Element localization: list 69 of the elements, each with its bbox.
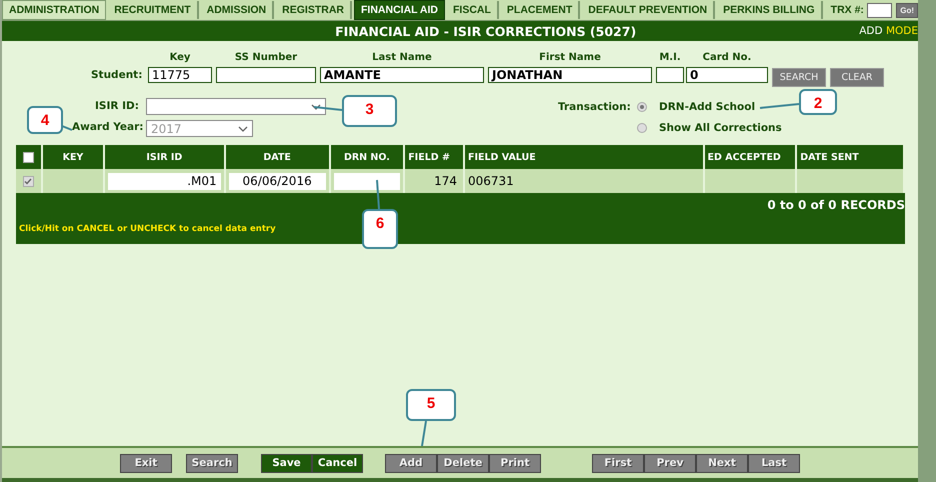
isir-id-label: ISIR ID: — [95, 100, 139, 112]
mode-indicator: ADD MODE — [859, 25, 918, 37]
transaction-label: Transaction: — [558, 101, 631, 113]
callout: 3 — [342, 95, 397, 127]
nav-tab[interactable]: ADMINISTRATION — [2, 0, 106, 20]
field-heading: SS Number — [234, 52, 298, 63]
callout: 5 — [406, 389, 456, 421]
toolbar-button[interactable]: Cancel — [312, 454, 363, 472]
leader-line — [376, 180, 380, 210]
select-all-checkbox[interactable] — [22, 152, 34, 162]
column-header: KEY — [42, 145, 104, 169]
column-header: DATE SENT — [796, 145, 904, 169]
student-field[interactable]: 11775 — [148, 67, 212, 83]
toolbar-button[interactable]: Save — [261, 454, 312, 472]
student-field[interactable]: JONATHAN — [488, 67, 652, 83]
nav-tab[interactable]: FISCAL — [447, 1, 499, 19]
hint-text: Click/Hit on CANCEL or UNCHECK to cancel data entry — [19, 224, 276, 234]
field-heading: M.I. — [658, 52, 682, 63]
radio-label: DRN-Add School — [659, 101, 756, 113]
chevron-icon — [238, 126, 248, 132]
table-cell: 006731 — [468, 174, 514, 188]
callout: 2 — [799, 89, 837, 115]
check-icon — [24, 178, 32, 184]
field-heading: Last Name — [371, 52, 433, 63]
row-checkbox[interactable] — [22, 176, 34, 186]
student-field[interactable]: AMANTE — [320, 67, 484, 83]
go-button[interactable]: Go! — [896, 2, 918, 18]
student-field[interactable] — [656, 67, 684, 83]
isir-id-dropdown[interactable] — [146, 98, 326, 115]
page-title: FINANCIAL AID - ISIR CORRECTIONS (5027) — [334, 24, 638, 38]
student-field[interactable]: 0 — [686, 67, 768, 83]
callout: 4 — [27, 106, 63, 134]
field-heading: Key — [168, 52, 192, 63]
trx-label: TRX #: — [830, 4, 864, 16]
student-button[interactable]: SEARCH — [772, 68, 826, 87]
column-header: DATE — [224, 145, 330, 169]
student-button[interactable]: CLEAR — [830, 68, 884, 87]
table-cell: 174 — [434, 174, 457, 188]
chevron-icon — [311, 104, 321, 110]
nav-tab[interactable]: REGISTRAR — [276, 1, 352, 19]
column-header: DRN NO. — [330, 145, 404, 169]
leader-line — [314, 106, 342, 111]
nav-tab[interactable]: RECRUITMENT — [108, 1, 199, 19]
trx-input[interactable] — [866, 2, 892, 18]
radio-label: Show All Corrections — [659, 122, 782, 134]
callout: 6 — [362, 209, 398, 249]
nav-tab[interactable]: ADMISSION — [200, 1, 274, 19]
nav-tab[interactable]: PLACEMENT — [500, 1, 580, 19]
column-header: FIELD VALUE — [464, 145, 704, 169]
award-year-label: Award Year: — [72, 121, 144, 133]
column-header: ED ACCEPTED — [704, 145, 796, 169]
column-header: ISIR ID — [104, 145, 225, 169]
student-field[interactable] — [216, 67, 316, 83]
leader-line — [421, 420, 427, 446]
radio-button[interactable] — [637, 123, 647, 133]
field-heading: First Name — [538, 52, 602, 63]
leader-line — [760, 103, 800, 109]
record-count: 0 to 0 of 0 RECORDS — [767, 198, 905, 212]
column-header: FIELD # — [404, 145, 464, 169]
date-input[interactable]: 06/06/2016 — [228, 172, 326, 190]
student-label: Student: — [91, 69, 142, 81]
nav-tab[interactable]: DEFAULT PREVENTION — [582, 1, 716, 19]
field-heading: Card No. — [702, 52, 752, 63]
radio-button[interactable] — [637, 102, 647, 112]
drn-input[interactable] — [334, 172, 400, 190]
leader-line — [62, 125, 72, 131]
nav-tab[interactable]: FINANCIAL AID — [354, 0, 445, 20]
isir-id-input[interactable]: .M01 — [108, 172, 221, 190]
nav-tab[interactable]: PERKINS BILLING — [717, 1, 823, 19]
